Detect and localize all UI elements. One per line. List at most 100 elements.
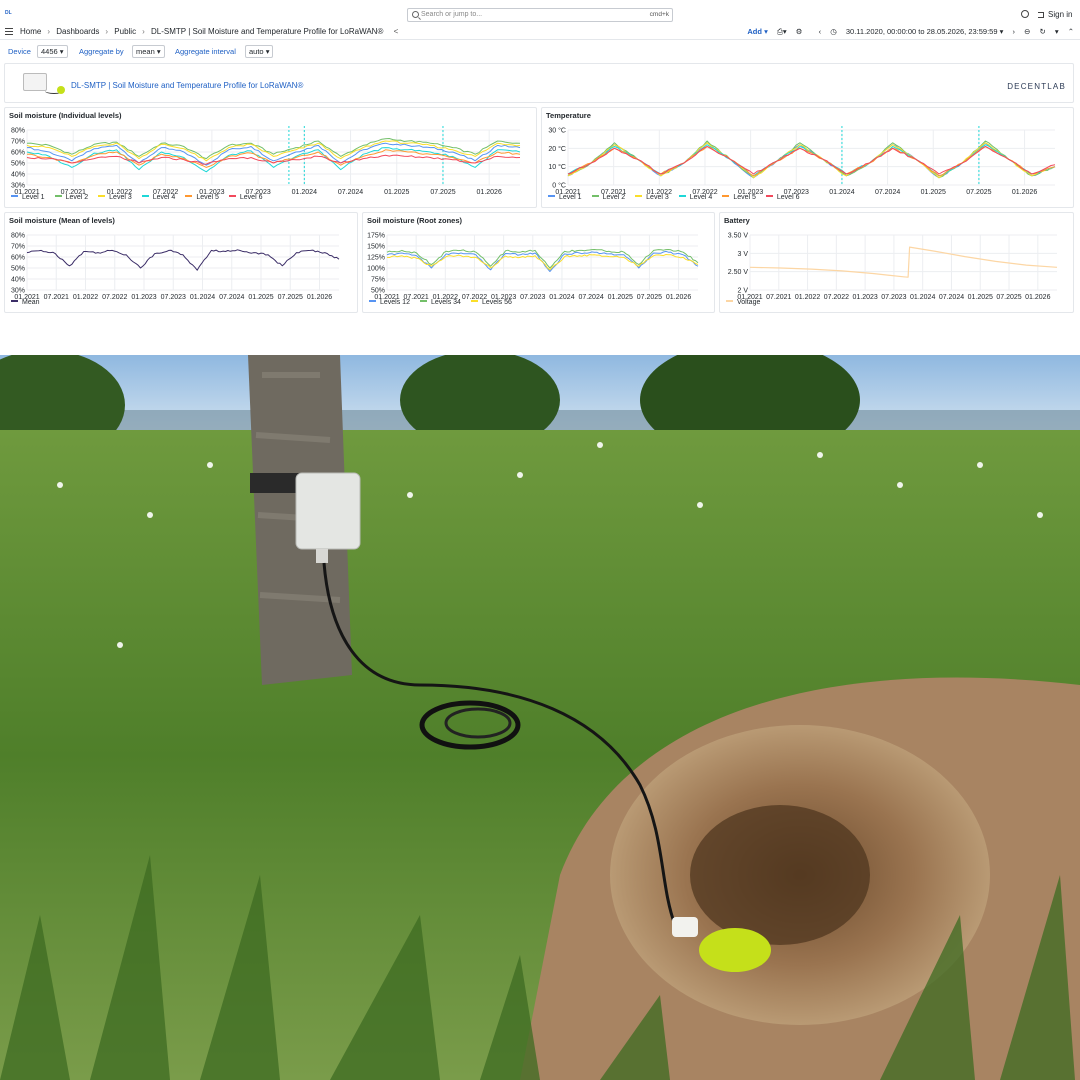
share-icon[interactable]: < — [394, 27, 399, 36]
y-tick-label: 100% — [367, 266, 385, 273]
chart-temperature[interactable]: 30 °C20 °C10 °C0 °C01.2021 07.2021 01.2022… — [542, 108, 1074, 208]
menu-icon[interactable] — [5, 28, 13, 35]
x-tick-label: 07.2025 — [278, 294, 303, 301]
legend-swatch — [678, 195, 686, 197]
chart-legend: Voltage — [726, 299, 770, 306]
refresh-icon[interactable]: ↻ — [1039, 27, 1045, 36]
x-tick-label: 01.2023 — [852, 294, 877, 301]
y-tick-label: 175% — [367, 233, 385, 240]
x-tick-label: 01.2023 — [131, 294, 156, 301]
legend-item[interactable]: Level 6 — [765, 194, 800, 201]
x-tick-label: 07.2024 — [875, 189, 900, 196]
y-tick-label: 40% — [11, 277, 25, 284]
legend-item[interactable]: Voltage — [726, 299, 760, 306]
y-tick-label: 3.50 V — [728, 233, 749, 240]
legend-item[interactable]: Level 1 — [548, 194, 582, 201]
breadcrumb-dashboards[interactable]: Dashboards — [56, 27, 99, 36]
legend-swatch — [98, 195, 106, 197]
device-image — [23, 73, 47, 91]
y-tick-label: 60% — [11, 150, 25, 157]
legend-item[interactable]: Level 5 — [185, 194, 219, 201]
add-button[interactable]: Add ▾ — [740, 27, 767, 36]
field-photo-illustration — [0, 355, 1080, 1080]
time-nav-back-icon[interactable]: ‹ — [819, 27, 822, 36]
legend-swatch — [11, 195, 18, 197]
export-icon[interactable]: ⎙▾ — [777, 27, 787, 36]
legend-label: Level 2 — [65, 194, 89, 201]
legend-label: Level 4 — [152, 194, 176, 201]
breadcrumb-separator-icon: › — [105, 27, 109, 36]
breadcrumb-home[interactable]: Home — [20, 27, 41, 36]
legend-item[interactable]: Levels 56 — [470, 299, 512, 306]
panel-battery: Battery 3.50 V3 V 2.50 V2 V 01.2021 07.2021… — [719, 212, 1074, 313]
legend-swatch — [141, 195, 149, 197]
breadcrumb-public[interactable]: Public — [114, 27, 136, 36]
chart-soil-moisture-mean[interactable]: 80%70%60%50%40%30%01.2021 07.2021 01.2022 0… — [5, 213, 358, 313]
legend-label: Mean — [22, 299, 40, 306]
legend-item[interactable]: Mean — [11, 299, 40, 306]
chart-soil-moisture-root[interactable]: 175%150%125%100%75%50%01.2021 07.2021 01.2… — [363, 213, 715, 313]
x-tick-label: 01.2025 — [384, 189, 409, 196]
zoom-out-icon[interactable]: ⊖ — [1024, 27, 1030, 36]
x-tick-label: 01.2025 — [921, 189, 946, 196]
x-tick-label: 07.2024 — [219, 294, 244, 301]
y-tick-label: 3 V — [737, 251, 748, 258]
legend-swatch — [419, 300, 427, 302]
x-tick-label: 01.2024 — [292, 189, 317, 196]
variable-value-aggregate-interval: auto — [249, 47, 264, 56]
variable-value-aggregate-by: mean — [136, 47, 155, 56]
x-tick-label: 01.2026 — [1012, 189, 1037, 196]
x-tick-label: 07.2023 — [161, 294, 186, 301]
legend-swatch — [722, 195, 730, 197]
chart-soil-moisture-levels[interactable]: 80%70%60%50%40%30%01.2021 07.2021 01.2022 0… — [5, 108, 537, 208]
legend-item[interactable]: Level 5 — [722, 194, 756, 201]
y-tick-label: 60% — [11, 255, 25, 262]
app-logo[interactable]: DL — [5, 10, 12, 16]
legend-item[interactable]: Level 4 — [141, 194, 176, 201]
x-tick-label: 01.2024 — [829, 189, 854, 196]
y-tick-label: 30 °C — [548, 127, 566, 135]
legend-item[interactable]: Levels 12 — [369, 299, 410, 306]
header-title[interactable]: DL-SMTP | Soil Moisture and Temperature … — [71, 81, 303, 90]
x-tick-label: 01.2025 — [968, 294, 993, 301]
legend-swatch — [369, 300, 376, 302]
time-nav-forward-icon[interactable]: › — [1012, 27, 1015, 36]
legend-item[interactable]: Level 4 — [678, 194, 712, 201]
legend-label: Level 3 — [109, 194, 132, 201]
y-tick-label: 80% — [11, 233, 25, 240]
legend-item[interactable]: Levels 34 — [419, 299, 461, 306]
x-tick-label: 01.2025 — [608, 294, 633, 301]
panel-temperature: Temperature 30 °C 20 °C 10 °C 0 °C 01.2021 07… — [541, 107, 1074, 208]
x-tick-label: 01.2024 — [910, 294, 935, 301]
legend-item[interactable]: Level 2 — [54, 194, 89, 201]
time-range-picker[interactable]: ‹ ◷ 30.11.2020, 00:00:00 to 28.05.2026, … — [812, 27, 1015, 36]
chart-legend: Level 1 Level 2 Level 3 Level 4 Level 5 Level… — [548, 194, 809, 201]
legend-item[interactable]: Level 2 — [591, 194, 625, 201]
sign-in-button[interactable]: Sign in — [1038, 10, 1072, 19]
y-tick-label: 70% — [11, 244, 25, 251]
sign-in-icon — [1038, 12, 1044, 18]
collapse-icon[interactable]: ⌃ — [1068, 27, 1074, 36]
y-tick-label: 20 °C — [548, 145, 566, 153]
x-tick-label: 07.2024 — [939, 294, 964, 301]
legend-item[interactable]: Level 1 — [11, 194, 45, 201]
series-line-level-3 — [26, 140, 521, 162]
legend-item[interactable]: Level 6 — [228, 194, 262, 201]
legend-item[interactable]: Level 3 — [98, 194, 132, 201]
variable-select-aggregate-interval[interactable]: auto ▾ — [245, 45, 274, 58]
variable-select-device[interactable]: 4456 ▾ — [37, 45, 68, 58]
search-input[interactable]: Search or jump to... cmd+k — [407, 8, 673, 22]
sign-in-label: Sign in — [1048, 10, 1073, 19]
breadcrumb-separator-icon: › — [47, 27, 51, 36]
help-icon[interactable] — [1021, 10, 1029, 18]
settings-icon[interactable]: ⚙ — [796, 27, 803, 36]
legend-swatch — [635, 195, 643, 197]
legend-label: Level 6 — [776, 194, 800, 201]
y-tick-label: 75% — [371, 277, 385, 284]
x-tick-label: 07.2023 — [881, 294, 906, 301]
variable-select-aggregate-by[interactable]: mean ▾ — [132, 45, 165, 58]
x-tick-label: 01.2024 — [549, 294, 574, 301]
legend-item[interactable]: Level 3 — [635, 194, 669, 201]
refresh-interval-dropdown[interactable]: ▾ — [1055, 27, 1059, 36]
chart-battery[interactable]: 3.50 V3 V2.50 V2 V01.2021 07.2021 01.2022 0… — [720, 213, 1074, 313]
